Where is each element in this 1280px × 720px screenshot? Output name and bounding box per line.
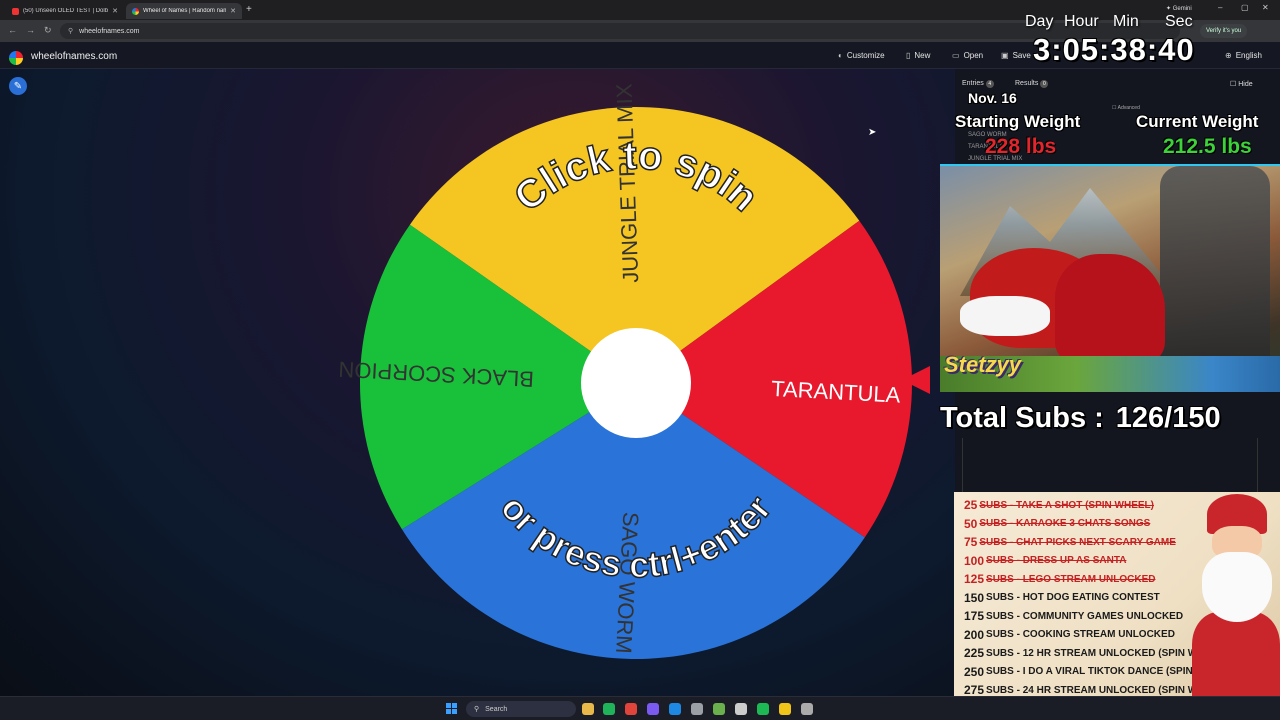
tab-entries[interactable]: Entries 4 [962, 80, 994, 88]
taskbar-app-icon[interactable] [713, 703, 725, 715]
starting-weight-label: Starting Weight [955, 112, 1081, 131]
sub-goal-text: SUBS - HOT DOG EATING CONTEST [986, 592, 1160, 603]
sub-goals-panel: 25 SUBS - TAKE A SHOT (SPIN WHEEL) 50 SUBS … [954, 492, 1280, 720]
taskbar-app-icon[interactable] [647, 703, 659, 715]
sub-goal-text: SUBS - COOKING STREAM UNLOCKED [986, 629, 1175, 640]
advanced-checkbox[interactable]: ☐ Advanced [1112, 105, 1140, 111]
sub-goal-number: 275 [964, 683, 985, 697]
sub-goal-number: 75 [964, 535, 978, 549]
sub-goal-number: 100 [964, 553, 985, 568]
timer-day-label: Day [1025, 13, 1054, 30]
gemini-button[interactable]: ✦ Gemini [1166, 5, 1192, 12]
sub-goal-number: 25 [964, 498, 978, 512]
sub-goal-text: SUBS - TAKE A SHOT (SPIN WHEEL) [979, 499, 1154, 511]
current-weight-value: 212.5 lbs [1163, 135, 1252, 158]
open-button[interactable]: ▭ Open [952, 51, 983, 60]
taskbar-app-icon[interactable] [801, 703, 813, 715]
timer-hour-label: Hour [1064, 13, 1099, 30]
taskbar-search[interactable]: ⚲ Search [466, 701, 576, 717]
sub-goal-text: SUBS - 24 HR STREAM UNLOCKED (SPIN WHEEL… [986, 684, 1228, 696]
button-label: Save [1012, 51, 1031, 60]
divider [1257, 438, 1258, 492]
taskbar-app-icon[interactable] [582, 703, 594, 715]
taskbar-app-icon[interactable] [757, 703, 769, 715]
countdown-timer: 3:05:38:40 [1033, 32, 1195, 67]
sub-goal-row: 25 SUBS - TAKE A SHOT (SPIN WHEEL) [964, 496, 1154, 514]
language-button[interactable]: ⊕ English [1225, 51, 1262, 60]
taskbar-app-icon[interactable] [603, 703, 615, 715]
starting-weight-value: 228 lbs [985, 135, 1057, 158]
sub-goal-text: SUBS - DRESS UP AS SANTA [986, 555, 1127, 566]
globe-icon: ⊕ [1225, 51, 1232, 60]
tab-results[interactable]: Results 0 [1015, 80, 1049, 88]
sub-goal-number: 225 [964, 646, 985, 660]
sub-goal-number: 200 [964, 627, 985, 642]
search-icon: ⚲ [474, 706, 480, 713]
maximize-icon[interactable]: ▢ [1241, 3, 1249, 12]
sub-goal-number: 50 [964, 516, 978, 531]
hide-label: Hide [1238, 81, 1253, 88]
tab-results-label: Results [1015, 80, 1039, 87]
taskbar-app-icon[interactable] [669, 703, 681, 715]
date-label: Nov. 16 [968, 90, 1017, 106]
taskbar-app-icon[interactable] [691, 703, 703, 715]
verify-label: Verify it's you [1206, 28, 1242, 34]
entries-count-badge: 4 [985, 80, 994, 88]
sub-goal-text: SUBS - 12 HR STREAM UNLOCKED (SPIN WHEEL… [986, 647, 1228, 659]
hide-checkbox[interactable]: ☐ Hide [1230, 80, 1253, 88]
minimize-icon[interactable]: – [1218, 3, 1222, 12]
current-weight-label: Current Weight [1136, 112, 1259, 131]
results-count-badge: 0 [1040, 80, 1049, 88]
spin-wheel[interactable]: JUNGLE TRIAL MIXTARANTULASAGO WORMBLACK … [0, 0, 955, 696]
close-window-icon[interactable]: ✕ [1262, 3, 1269, 12]
verify-button[interactable]: Verify it's you [1200, 24, 1248, 38]
taskbar-app-icon[interactable] [735, 703, 747, 715]
sub-goal-row: 225 SUBS - 12 HR STREAM UNLOCKED (SPIN WH… [964, 644, 1227, 662]
button-label: English [1235, 51, 1262, 60]
save-icon: ▣ [1001, 51, 1009, 60]
windows-taskbar: ⚲ Search [0, 696, 1280, 720]
windows-start-icon[interactable] [446, 703, 458, 715]
sub-goal-number: 125 [964, 572, 985, 586]
taskbar-app-icon[interactable] [625, 703, 637, 715]
sub-goal-number: 250 [964, 664, 985, 679]
sub-goal-row: 75 SUBS - CHAT PICKS NEXT SCARY GAME [964, 533, 1176, 551]
advanced-label: Advanced [1117, 105, 1140, 111]
save-button[interactable]: ▣ Save [1001, 51, 1031, 60]
sub-goal-number: 150 [964, 590, 985, 605]
sub-goal-row: 150 SUBS - HOT DOG EATING CONTEST [964, 589, 1160, 607]
sub-goal-text: SUBS - COMMUNITY GAMES UNLOCKED [986, 610, 1184, 622]
sub-goal-number: 175 [964, 609, 985, 623]
santa-illustration [1192, 492, 1280, 720]
button-label: Open [963, 51, 984, 60]
divider [962, 438, 963, 492]
mouse-cursor-icon: ➤ [868, 127, 877, 138]
wheel-center-button[interactable] [581, 328, 691, 438]
sub-goal-row: 100 SUBS - DRESS UP AS SANTA [964, 552, 1126, 570]
sub-goal-row: 200 SUBS - COOKING STREAM UNLOCKED [964, 626, 1175, 644]
taskbar-app-icon[interactable] [779, 703, 791, 715]
total-subs-label: Total Subs : [940, 402, 1104, 434]
screen: (50) Unseen OLED TEST | Dolby ✕ Wheel of… [0, 0, 1280, 720]
santa-coat [1055, 254, 1165, 364]
sub-goal-row: 175 SUBS - COMMUNITY GAMES UNLOCKED [964, 607, 1183, 625]
gemini-label: Gemini [1172, 6, 1192, 12]
streamer-name: Stetzyy [944, 352, 1022, 377]
tab-entries-label: Entries [962, 80, 984, 87]
total-subs-value: 126/150 [1115, 402, 1221, 434]
timer-sec-label: Sec [1165, 13, 1193, 30]
sub-goal-text: SUBS - LEGO STREAM UNLOCKED [986, 573, 1156, 585]
hat-fur [960, 296, 1050, 336]
chair [1160, 166, 1270, 356]
total-subs: Total Subs : 126/150 [940, 402, 1221, 435]
timer-min-label: Min [1113, 13, 1139, 30]
sub-goal-text: SUBS - KARAOKE 3 CHATS SONGS [979, 518, 1151, 529]
webcam-feed: Stetzyy [940, 164, 1280, 392]
sub-goal-row: 50 SUBS - KARAOKE 3 CHATS SONGS [964, 515, 1150, 533]
search-label: Search [485, 705, 508, 713]
santa-beard [1202, 552, 1272, 622]
sub-goal-row: 125 SUBS - LEGO STREAM UNLOCKED [964, 570, 1155, 588]
sub-goal-text: SUBS - CHAT PICKS NEXT SCARY GAME [979, 536, 1176, 548]
